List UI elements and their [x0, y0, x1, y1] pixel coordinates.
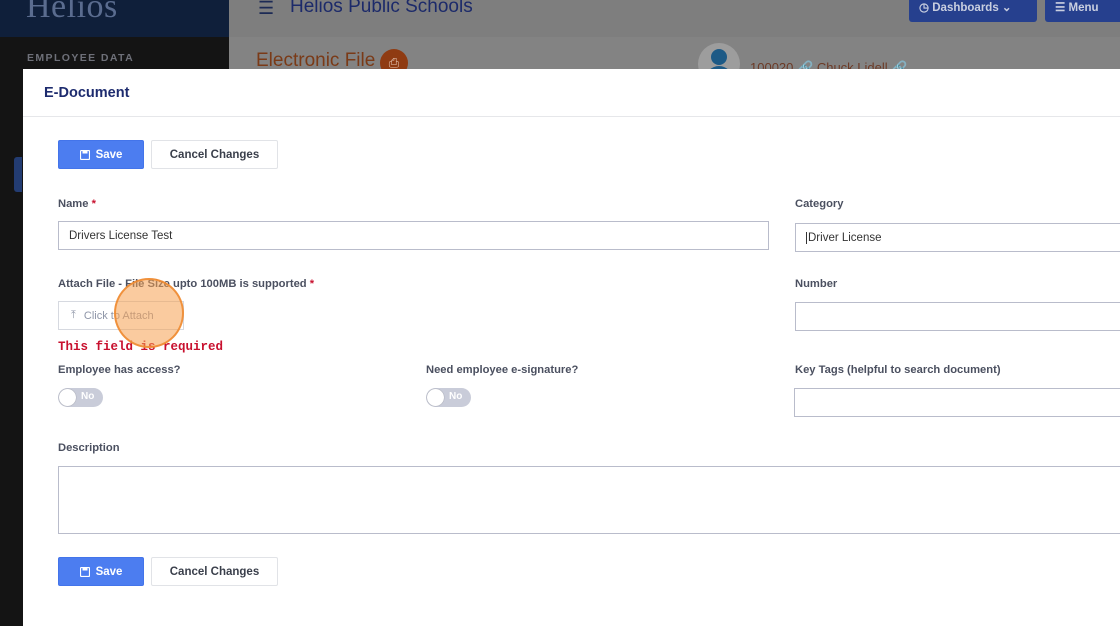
save-button-top[interactable]: Save — [58, 140, 144, 169]
category-input[interactable]: Driver License — [795, 223, 1120, 252]
save-label: Save — [95, 565, 123, 578]
cancel-label: Cancel Changes — [169, 565, 260, 578]
name-label: Name * — [58, 198, 96, 210]
toggle-state: No — [449, 391, 463, 402]
key-tags-label: Key Tags (helpful to search document) — [795, 364, 1001, 376]
cancel-label: Cancel Changes — [169, 148, 260, 161]
clock-icon: ◷ — [919, 2, 930, 14]
toggle-knob — [427, 389, 444, 406]
modal-header: E-Document — [23, 69, 1120, 117]
employee-access-toggle[interactable]: No — [58, 388, 103, 407]
category-value: Driver License — [806, 231, 882, 244]
upload-icon: ⤒ — [71, 309, 76, 321]
cancel-changes-button-bottom[interactable]: Cancel Changes — [151, 557, 278, 586]
chevron-down-icon: ⌄ — [1001, 2, 1012, 14]
required-mark: * — [91, 198, 96, 210]
category-label: Category — [795, 198, 844, 210]
attach-file-label: Attach File - File Size upto 100MB is su… — [58, 278, 315, 290]
key-tags-input[interactable] — [794, 388, 1120, 417]
e-signature-toggle[interactable]: No — [426, 388, 471, 407]
e-document-modal: E-Document Save Cancel Changes Name * Dr… — [23, 69, 1120, 626]
e-signature-label: Need employee e-signature? — [426, 364, 579, 376]
toggle-state: No — [81, 391, 95, 402]
number-label: Number — [795, 278, 838, 290]
name-value: Drivers License Test — [69, 229, 173, 242]
menu-icon: ☰ — [1055, 2, 1066, 14]
sidebar-section-label: EMPLOYEE DATA — [27, 52, 135, 64]
click-indicator — [114, 278, 184, 348]
hamburger-menu-icon[interactable]: ☰ — [258, 0, 274, 19]
app-title: Helios Public Schools — [290, 0, 473, 17]
sidebar-active-marker — [14, 157, 22, 192]
description-label: Description — [58, 442, 120, 454]
save-button-bottom[interactable]: Save — [58, 557, 144, 586]
name-input[interactable]: Drivers License Test — [58, 221, 769, 250]
save-icon — [79, 566, 90, 577]
save-icon — [79, 149, 90, 160]
logo-bar: Helios — [0, 0, 229, 37]
modal-title: E-Document — [44, 85, 130, 101]
menu-button[interactable]: ☰ Menu — [1045, 0, 1120, 22]
required-mark: * — [309, 278, 315, 290]
helios-logo[interactable]: Helios — [26, 0, 118, 26]
toggle-knob — [59, 389, 76, 406]
cancel-changes-button-top[interactable]: Cancel Changes — [151, 140, 278, 169]
description-textarea[interactable] — [58, 466, 1120, 534]
employee-access-label: Employee has access? — [58, 364, 181, 376]
dashboards-label: Dashboards — [932, 2, 999, 14]
save-label: Save — [95, 148, 123, 161]
dashboards-button[interactable]: ◷ Dashboards ⌄ — [909, 0, 1037, 22]
number-input[interactable] — [795, 302, 1120, 331]
menu-label: Menu — [1068, 2, 1099, 14]
